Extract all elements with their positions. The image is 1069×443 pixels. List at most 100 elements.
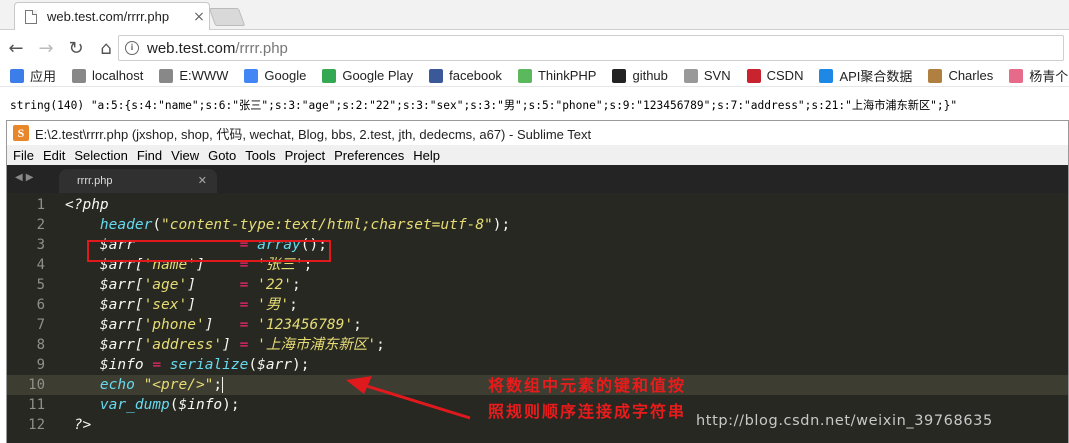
- menu-item-selection[interactable]: Selection: [74, 148, 127, 163]
- bookmark-item[interactable]: Google Play: [322, 68, 413, 83]
- menu-item-goto[interactable]: Goto: [208, 148, 236, 163]
- line-number: 4: [36, 257, 45, 273]
- menu-item-edit[interactable]: Edit: [43, 148, 65, 163]
- bookmark-item[interactable]: CSDN: [746, 68, 803, 83]
- sublime-titlebar: S E:\2.test\rrrr.php (jxshop, shop, 代码, …: [7, 121, 1068, 145]
- bookmark-item[interactable]: API聚合数据: [819, 66, 912, 85]
- bookmark-item[interactable]: github: [612, 68, 668, 83]
- code-token: $arr: [257, 357, 293, 373]
- code-token: '男': [257, 297, 290, 313]
- forward-icon[interactable]: →: [32, 34, 60, 62]
- sublime-title: E:\2.test\rrrr.php (jxshop, shop, 代码, we…: [35, 126, 592, 142]
- tab-nav-arrows-icon[interactable]: ◀▶: [15, 172, 36, 183]
- menu-item-project[interactable]: Project: [285, 148, 325, 163]
- editor-tab[interactable]: rrrr.php ✕: [59, 169, 217, 193]
- code-token: serialize: [169, 357, 249, 373]
- code-token: "<pre/>": [143, 377, 214, 393]
- line-number: 12: [28, 417, 45, 433]
- google-play-icon: [322, 68, 337, 83]
- highlight-box: [87, 240, 331, 262]
- heart-icon: [1009, 68, 1024, 83]
- menu-item-preferences[interactable]: Preferences: [334, 148, 404, 163]
- code-token: );: [222, 397, 240, 413]
- code-token: ;: [213, 377, 223, 393]
- juhe-icon: [819, 68, 834, 83]
- line-number: 11: [28, 397, 45, 413]
- page-icon: [159, 68, 174, 83]
- code-token: '123456789': [257, 317, 354, 333]
- code-text: $arr['sex'] = '男';: [65, 295, 298, 315]
- url-path: /rrrr.php: [235, 39, 288, 57]
- line-number: 7: [36, 317, 45, 333]
- close-icon[interactable]: ×: [189, 9, 209, 25]
- csdn-icon: [746, 68, 761, 83]
- bookmark-item[interactable]: Charles: [928, 68, 993, 83]
- address-bar[interactable]: i web.test.com/rrrr.php: [118, 35, 1064, 61]
- bookmark-label: Google Play: [342, 68, 414, 83]
- facebook-icon: [429, 68, 444, 83]
- reload-icon[interactable]: ↻: [62, 34, 90, 62]
- svn-icon: [683, 68, 698, 83]
- code-token: (: [152, 217, 162, 233]
- code-text: $arr['age'] = '22';: [65, 275, 301, 295]
- bookmark-item[interactable]: E:WWW: [159, 68, 228, 83]
- menu-item-help[interactable]: Help: [413, 148, 440, 163]
- page-icon: [25, 9, 37, 24]
- code-token: var_dump: [99, 397, 170, 413]
- browser-toolbar: ← → ↻ ⌂ i web.test.com/rrrr.php: [0, 31, 1069, 65]
- bookmark-label: 应用: [30, 69, 57, 84]
- line-number: 10: [28, 377, 45, 393]
- new-tab-button[interactable]: [208, 8, 246, 26]
- code-token: 'age': [143, 277, 188, 293]
- bookmark-item[interactable]: facebook: [429, 68, 502, 83]
- bookmark-label: ThinkPHP: [537, 68, 597, 83]
- menu-item-find[interactable]: Find: [137, 148, 162, 163]
- thinkphp-icon: [517, 68, 532, 83]
- bookmark-item[interactable]: 应用: [10, 66, 56, 85]
- menu-item-file[interactable]: File: [13, 148, 34, 163]
- code-token: $arr[: [99, 337, 144, 353]
- bookmark-label: Google: [264, 68, 307, 83]
- bookmark-label: localhost: [92, 68, 144, 83]
- line-number: 1: [36, 197, 45, 213]
- browser-tab[interactable]: web.test.com/rrrr.php ×: [14, 2, 210, 30]
- code-token: $arr[: [99, 277, 144, 293]
- menu-item-tools[interactable]: Tools: [245, 148, 275, 163]
- code-token: $info: [178, 397, 223, 413]
- line-number: 8: [36, 337, 45, 353]
- code-token: $info: [99, 357, 144, 373]
- close-icon[interactable]: ✕: [198, 174, 207, 187]
- bookmark-item[interactable]: 杨青个人博: [1009, 66, 1069, 85]
- bookmark-item[interactable]: SVN: [683, 68, 731, 83]
- code-text: $arr['phone'] = '123456789';: [65, 315, 362, 335]
- bookmark-label: facebook: [449, 68, 502, 83]
- page-output: string(140) "a:5:{s:4:"name";s:6:"张三";s:…: [10, 99, 958, 112]
- code-token: 'phone': [143, 317, 205, 333]
- browser-tab-title: web.test.com/rrrr.php: [47, 9, 170, 24]
- home-icon[interactable]: ⌂: [92, 34, 120, 62]
- bookmark-item[interactable]: Google: [244, 68, 306, 83]
- menu-item-view[interactable]: View: [171, 148, 199, 163]
- editor-tab-label: rrrr.php: [77, 175, 113, 187]
- back-icon[interactable]: ←: [2, 34, 30, 62]
- bookmark-item[interactable]: localhost: [72, 68, 143, 83]
- code-token: '上海市浦东新区': [257, 337, 377, 353]
- line-number: 6: [36, 297, 45, 313]
- bookmark-item[interactable]: ThinkPHP: [517, 68, 597, 83]
- bookmark-label: API聚合数据: [839, 69, 913, 84]
- code-token: header: [99, 217, 153, 233]
- info-icon[interactable]: i: [125, 41, 139, 55]
- code-token: echo: [99, 377, 135, 393]
- annotation-line-1: 将数组中元素的键和值按: [488, 376, 687, 395]
